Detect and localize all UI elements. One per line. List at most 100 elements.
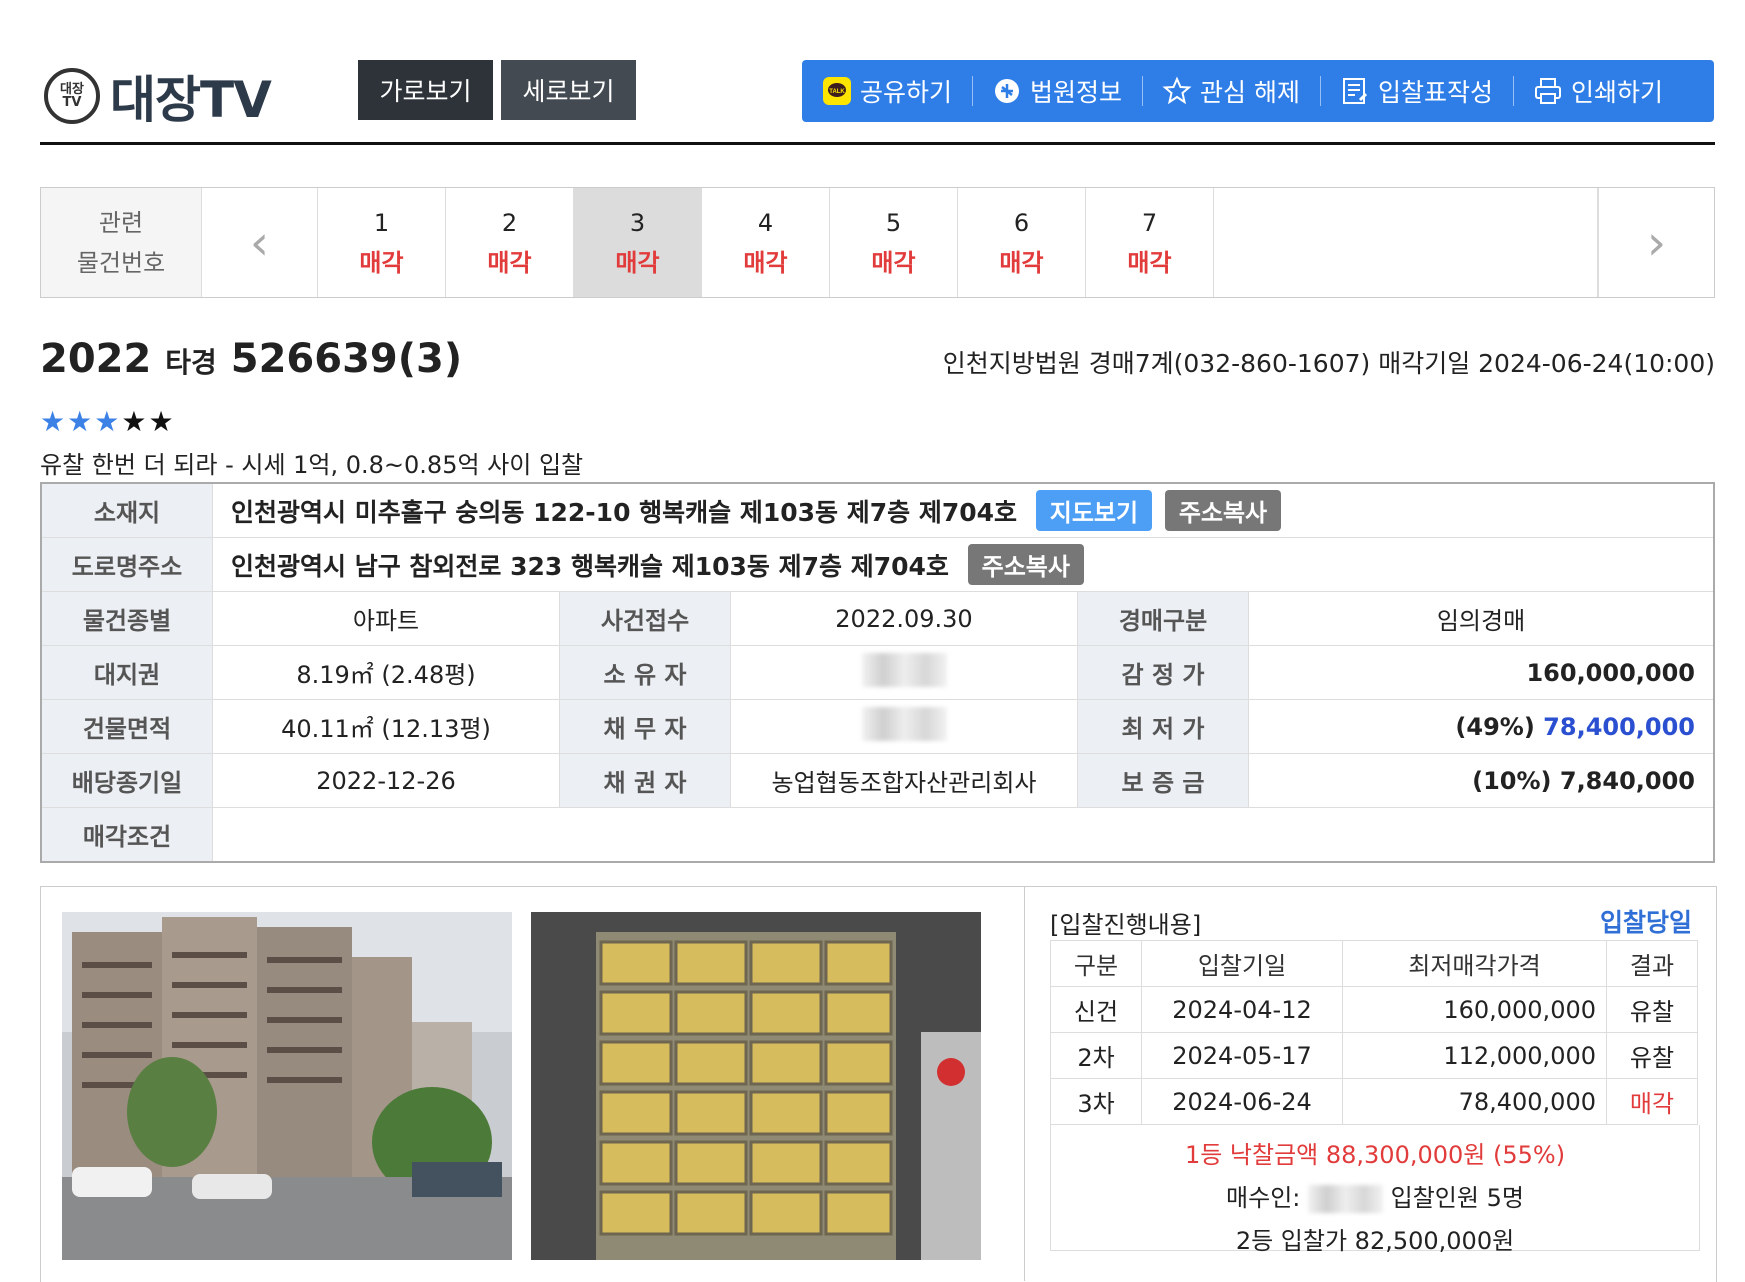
dividend-deadline-value: 2022-12-26 [212,753,560,808]
related-item-4[interactable]: 4 매각 [702,188,830,297]
table-row: 3차 2024-06-24 78,400,000 매각 [1050,1078,1698,1125]
debtor-value [730,699,1078,754]
building-area-value: 40.11㎡ (12.13평) [212,699,560,754]
location-cell: 인천광역시 미추홀구 숭의동 122-10 행복캐슬 제103동 제7층 제70… [212,482,1715,538]
col-round: 구분 [1050,940,1142,987]
site-logo[interactable]: 대장 TV 대장TV [44,60,272,132]
bid-result: 유찰 [1606,1032,1698,1079]
logo-text: 대장TV [110,71,272,129]
bid-form-button[interactable]: 입찰표작성 [1319,60,1513,122]
case-number: 2022 타경 526639(3) [40,336,463,382]
bid-round: 신건 [1050,986,1142,1033]
appraisal-label: 감 정 가 [1077,645,1249,700]
property-type-label: 물건종별 [40,591,213,646]
land-right-value: 8.19㎡ (2.48평) [212,645,560,700]
bid-form-icon [1340,76,1370,106]
redacted-owner [861,652,947,687]
star-icon[interactable]: ★ [148,405,175,438]
bid-table-header: 구분 입찰기일 최저매각가격 결과 [1050,940,1698,987]
road-address: 인천광역시 남구 참외전로 323 행복캐슬 제103동 제7층 제704호 [231,552,949,581]
rating-stars[interactable]: ★★★★★ [40,405,176,438]
case-received-value: 2022.09.30 [730,591,1078,646]
bidder-count: 입찰인원 5명 [1390,1184,1524,1212]
svg-text:TALK: TALK [829,89,845,95]
buyer-label: 매수인: [1226,1184,1301,1212]
star-icon[interactable]: ★ [94,405,121,438]
bid-summary: 1등 낙찰금액 88,300,000원 (55%) 매수인: 입찰인원 5명 2… [1050,1125,1700,1255]
kakao-talk-icon: TALK [822,76,852,106]
col-min-price: 최저매각가격 [1342,940,1607,987]
share-button[interactable]: TALK 공유하기 [802,60,972,122]
vertical-view-button[interactable]: 세로보기 [501,60,636,120]
action-toolbar: TALK 공유하기 법원정보 관심 해제 입찰표작성 인쇄하기 [802,60,1714,122]
copy-road-address-button[interactable]: 주소복사 [967,544,1084,585]
auction-type-value: 임의경매 [1248,591,1715,646]
star-icon[interactable]: ★ [67,405,94,438]
appraisal-value: 160,000,000 [1248,645,1715,700]
related-item-2[interactable]: 2 매각 [446,188,574,297]
bid-date: 2024-06-24 [1141,1078,1343,1125]
sale-condition-value [212,807,1715,863]
second-bid: 2등 입찰가 82,500,000원 [1235,1227,1515,1255]
road-address-cell: 인천광역시 남구 참외전로 323 행복캐슬 제103동 제7층 제704호 주… [212,537,1715,592]
owner-label: 소 유 자 [559,645,731,700]
bid-min-price: 112,000,000 [1342,1032,1607,1079]
deposit-label: 보 증 금 [1077,753,1249,808]
winning-bid: 1등 낙찰금액 88,300,000원 (55%) [1184,1141,1566,1169]
bid-progress-title: [입찰진행내용] [1050,911,1202,939]
sale-condition-label: 매각조건 [40,807,213,863]
col-date: 입찰기일 [1141,940,1343,987]
owner-value [730,645,1078,700]
bid-date: 2024-04-12 [1141,986,1343,1033]
related-item-5[interactable]: 5 매각 [830,188,958,297]
bid-min-price: 160,000,000 [1342,986,1607,1033]
property-info-table: 소재지 인천광역시 미추홀구 숭의동 122-10 행복캐슬 제103동 제7층… [40,482,1715,863]
bid-round: 2차 [1050,1032,1142,1079]
bid-min-price: 78,400,000 [1342,1078,1607,1125]
related-item-3[interactable]: 3 매각 [574,188,702,297]
copy-address-button[interactable]: 주소복사 [1164,490,1282,531]
star-icon[interactable]: ★ [121,405,148,438]
related-items-bar: 관련 물건번호 ‹ 1 매각 2 매각 3 매각 4 매각 5 매각 6 매각 7 매각 › [40,187,1715,298]
case-received-label: 사건접수 [559,591,731,646]
col-result: 결과 [1606,940,1698,987]
related-item-1[interactable]: 1 매각 [318,188,446,297]
map-view-button[interactable]: 지도보기 [1035,490,1153,531]
star-outline-icon [1162,76,1192,106]
prev-arrow-icon[interactable]: ‹ [202,188,318,297]
next-arrow-icon[interactable]: › [1598,188,1714,297]
table-row: 2차 2024-05-17 112,000,000 유찰 [1050,1032,1698,1079]
related-item-7[interactable]: 7 매각 [1086,188,1214,297]
mailbox-photo[interactable] [531,912,981,1260]
court-info: 인천지방법원 경매7계(032-860-1607) 매각기일 2024-06-2… [942,349,1715,378]
user-memo: 유찰 한번 더 되라 - 시세 1억, 0.8~0.85억 사이 입찰 [40,451,584,479]
bid-date: 2024-05-17 [1141,1032,1343,1079]
bid-result: 매각 [1606,1078,1698,1125]
min-price-label: 최 저 가 [1077,699,1249,754]
property-type-value: 아파트 [212,591,560,646]
star-icon[interactable]: ★ [40,405,67,438]
building-area-label: 건물면적 [40,699,213,754]
bottom-divider [1024,886,1025,1281]
header-divider [40,142,1715,145]
redacted-debtor [861,706,947,741]
building-photo[interactable] [62,912,512,1260]
bid-history-table: 구분 입찰기일 최저매각가격 결과 신건 2024-04-12 160,000,… [1050,940,1698,1125]
printer-icon [1533,76,1563,106]
dividend-deadline-label: 배당종기일 [40,753,213,808]
deposit-value: (10%) 7,840,000 [1248,753,1715,808]
bid-round: 3차 [1050,1078,1142,1125]
court-info-button[interactable]: 법원정보 [972,60,1142,122]
table-row: 신건 2024-04-12 160,000,000 유찰 [1050,986,1698,1033]
related-item-6[interactable]: 6 매각 [958,188,1086,297]
horizontal-view-button[interactable]: 가로보기 [358,60,493,120]
creditor-label: 채 권 자 [559,753,731,808]
min-price-value: (49%) 78,400,000 [1248,699,1715,754]
bid-day-link[interactable]: 입찰당일 [1600,903,1692,939]
print-button[interactable]: 인쇄하기 [1513,60,1683,122]
auction-type-label: 경매구분 [1077,591,1249,646]
location-address: 인천광역시 미추홀구 숭의동 122-10 행복캐슬 제103동 제7층 제70… [231,498,1018,527]
creditor-value: 농업협동조합자산관리회사 [730,753,1078,808]
road-address-label: 도로명주소 [40,537,213,592]
unfavorite-button[interactable]: 관심 해제 [1142,60,1320,122]
